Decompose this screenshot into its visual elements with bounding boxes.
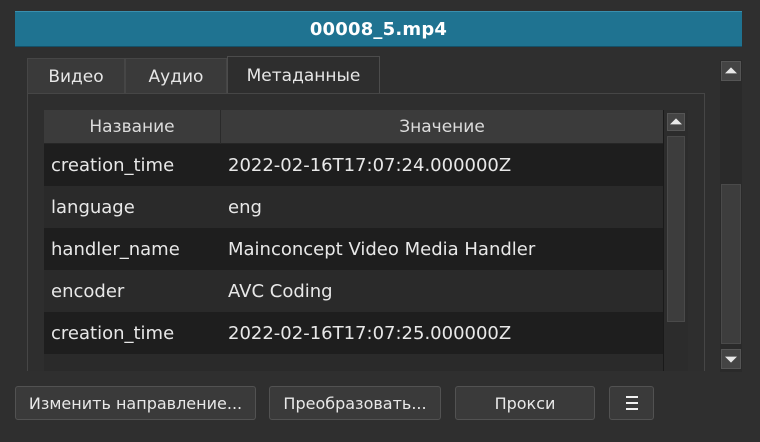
tab-bar: Видео Аудио Метаданные (27, 56, 380, 94)
row-value: eng (228, 196, 262, 218)
proxy-button[interactable]: Прокси (455, 386, 595, 420)
row-name: creation_time (51, 154, 175, 176)
table-row[interactable]: handler_name Mainconcept Video Media Han… (44, 228, 663, 270)
panel-scrollbar[interactable] (720, 60, 742, 372)
row-name: creation_time (51, 322, 175, 344)
hamburger-menu-icon (625, 396, 638, 410)
convert-button[interactable]: Преобразовать... (269, 386, 441, 420)
table-header: Название Значение (44, 110, 663, 144)
row-name: language (51, 196, 135, 218)
panel-scroll-down-button[interactable] (721, 349, 741, 369)
row-value: Mainconcept Video Media Handler (228, 238, 536, 260)
table-scrollbar[interactable] (663, 110, 688, 371)
arrow-down-icon (725, 356, 737, 363)
file-title: 00008_5.mp4 (309, 18, 448, 40)
table-row[interactable]: language eng (44, 186, 663, 228)
row-name: encoder (51, 280, 125, 302)
panel-scroll-thumb[interactable] (721, 184, 741, 344)
column-header-value[interactable]: Значение (221, 110, 663, 144)
row-name: handler_name (51, 238, 180, 260)
tab-metadata[interactable]: Метаданные (227, 56, 380, 94)
menu-button[interactable] (609, 386, 654, 420)
panel-scroll-up-button[interactable] (721, 61, 741, 81)
table-scroll-thumb[interactable] (667, 136, 685, 322)
table-scroll-up-button[interactable] (667, 113, 685, 131)
column-header-name[interactable]: Название (44, 110, 221, 144)
change-direction-button[interactable]: Изменить направление... (15, 386, 256, 420)
table-row-partial[interactable] (44, 354, 663, 371)
arrow-up-icon (725, 67, 737, 74)
table-row[interactable]: creation_time 2022-02-16T17:07:25.000000… (44, 312, 663, 354)
title-bar: 00008_5.mp4 (15, 11, 742, 47)
row-value: 2022-02-16T17:07:25.000000Z (228, 322, 512, 344)
tab-audio[interactable]: Аудио (125, 58, 227, 94)
arrow-up-icon (670, 118, 682, 125)
file-properties-panel: 00008_5.mp4 Видео Аудио Метаданные Назва… (0, 0, 760, 442)
metadata-table: Название Значение creation_time 2022-02-… (44, 110, 688, 371)
row-value: 2022-02-16T17:07:24.000000Z (228, 154, 512, 176)
tab-video[interactable]: Видео (27, 58, 125, 94)
table-row[interactable]: encoder AVC Coding (44, 270, 663, 312)
row-value: AVC Coding (228, 280, 333, 302)
table-row[interactable]: creation_time 2022-02-16T17:07:24.000000… (44, 144, 663, 186)
